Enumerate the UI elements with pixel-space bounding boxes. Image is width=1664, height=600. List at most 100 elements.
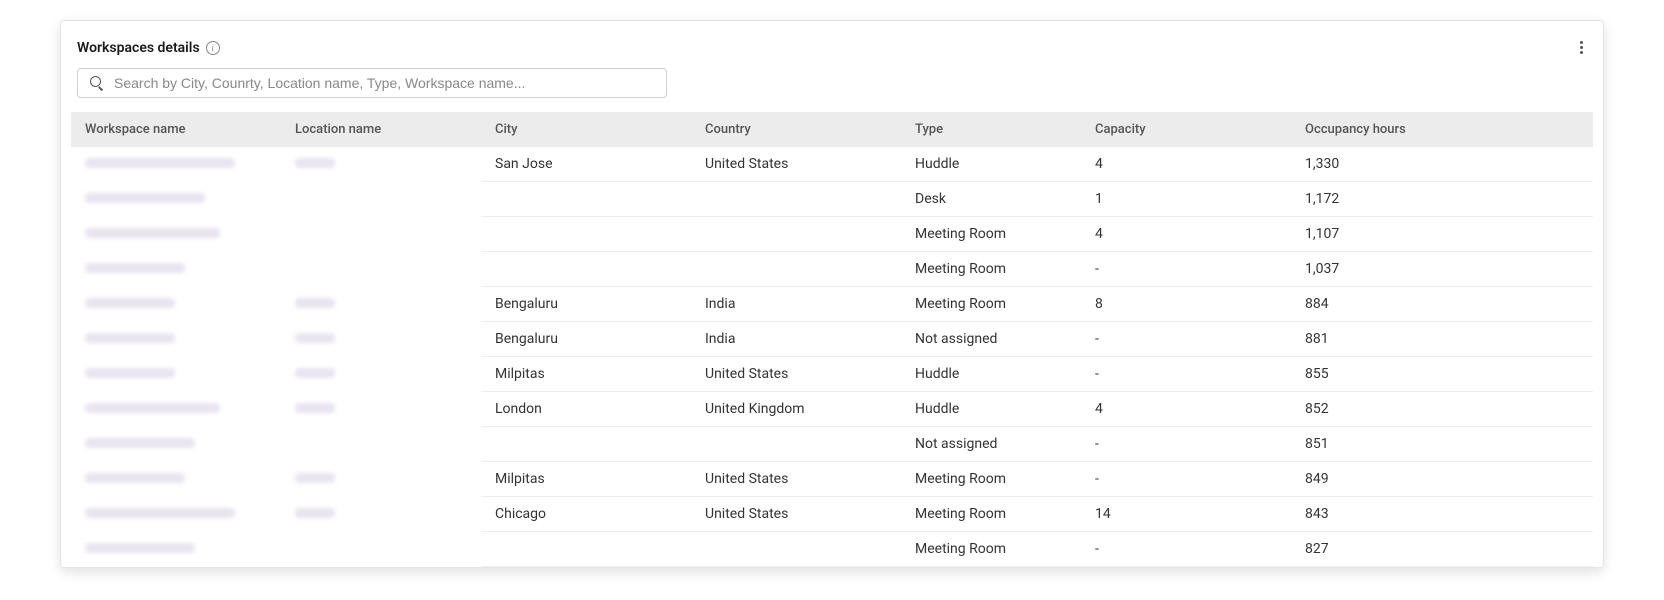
cell-type: Huddle	[901, 357, 1081, 392]
col-header-capacity[interactable]: Capacity	[1081, 112, 1291, 147]
cell-country: United States	[691, 357, 901, 392]
cell-location-name	[281, 392, 481, 427]
cell-capacity: 4	[1081, 147, 1291, 182]
card-header: Workspaces details i	[71, 37, 1593, 68]
cell-capacity: -	[1081, 427, 1291, 462]
cell-occupancy: 843	[1291, 497, 1593, 532]
cell-workspace-name	[71, 532, 281, 567]
cell-capacity: -	[1081, 532, 1291, 567]
cell-workspace-name	[71, 392, 281, 427]
cell-occupancy: 851	[1291, 427, 1593, 462]
cell-location-name	[281, 287, 481, 322]
cell-capacity: 8	[1081, 287, 1291, 322]
col-header-location-name[interactable]: Location name	[281, 112, 481, 147]
cell-country	[691, 217, 901, 252]
cell-occupancy: 855	[1291, 357, 1593, 392]
table-row[interactable]: Desk 1 1,172	[71, 182, 1593, 217]
table-row[interactable]: Bengaluru India Meeting Room 8 884	[71, 287, 1593, 322]
table-header-row: Workspace name Location name City Countr…	[71, 112, 1593, 147]
cell-location-name	[281, 497, 481, 532]
cell-city: Milpitas	[481, 462, 691, 497]
table-row[interactable]: San Jose United States Huddle 4 1,330	[71, 147, 1593, 182]
cell-location-name	[281, 532, 481, 567]
cell-location-name	[281, 217, 481, 252]
cell-city: Bengaluru	[481, 287, 691, 322]
table-row[interactable]: Chicago United States Meeting Room 14 84…	[71, 497, 1593, 532]
cell-capacity: -	[1081, 357, 1291, 392]
cell-country: United Kingdom	[691, 392, 901, 427]
cell-type: Meeting Room	[901, 217, 1081, 252]
title-wrap: Workspaces details i	[77, 40, 220, 56]
cell-occupancy: 1,107	[1291, 217, 1593, 252]
table-row[interactable]: London United Kingdom Huddle 4 852	[71, 392, 1593, 427]
table-body: San Jose United States Huddle 4 1,330 De…	[71, 147, 1593, 567]
col-header-occupancy-hours[interactable]: Occupancy hours	[1291, 112, 1593, 147]
cell-capacity: 1	[1081, 182, 1291, 217]
cell-country: India	[691, 322, 901, 357]
workspaces-details-card: Workspaces details i Workspace name Loca…	[60, 20, 1604, 568]
cell-capacity: 4	[1081, 392, 1291, 427]
search-input[interactable]	[114, 75, 654, 91]
cell-city: London	[481, 392, 691, 427]
cell-city	[481, 427, 691, 462]
cell-country	[691, 427, 901, 462]
cell-location-name	[281, 147, 481, 182]
cell-country	[691, 182, 901, 217]
cell-city	[481, 532, 691, 567]
cell-capacity: -	[1081, 252, 1291, 287]
cell-location-name	[281, 322, 481, 357]
table-row[interactable]: Not assigned - 851	[71, 427, 1593, 462]
cell-city: Chicago	[481, 497, 691, 532]
cell-city: Milpitas	[481, 357, 691, 392]
cell-city: Bengaluru	[481, 322, 691, 357]
cell-capacity: -	[1081, 322, 1291, 357]
info-icon[interactable]: i	[206, 41, 220, 55]
cell-city: San Jose	[481, 147, 691, 182]
cell-occupancy: 881	[1291, 322, 1593, 357]
cell-location-name	[281, 357, 481, 392]
cell-country	[691, 532, 901, 567]
cell-city	[481, 182, 691, 217]
col-header-city[interactable]: City	[481, 112, 691, 147]
cell-type: Not assigned	[901, 427, 1081, 462]
cell-occupancy: 852	[1291, 392, 1593, 427]
cell-type: Meeting Room	[901, 497, 1081, 532]
search-field-wrap[interactable]	[77, 68, 667, 98]
cell-workspace-name	[71, 497, 281, 532]
cell-occupancy: 1,037	[1291, 252, 1593, 287]
cell-location-name	[281, 462, 481, 497]
cell-workspace-name	[71, 462, 281, 497]
cell-location-name	[281, 252, 481, 287]
cell-country: India	[691, 287, 901, 322]
table-row[interactable]: Meeting Room - 827	[71, 532, 1593, 567]
cell-country: United States	[691, 147, 901, 182]
table-row[interactable]: Meeting Room 4 1,107	[71, 217, 1593, 252]
cell-country: United States	[691, 462, 901, 497]
card-title: Workspaces details	[77, 40, 200, 56]
cell-type: Meeting Room	[901, 462, 1081, 497]
cell-workspace-name	[71, 147, 281, 182]
table-row[interactable]: Meeting Room - 1,037	[71, 252, 1593, 287]
cell-workspace-name	[71, 252, 281, 287]
table-row[interactable]: Bengaluru India Not assigned - 881	[71, 322, 1593, 357]
cell-type: Huddle	[901, 392, 1081, 427]
table-row[interactable]: Milpitas United States Huddle - 855	[71, 357, 1593, 392]
col-header-workspace-name[interactable]: Workspace name	[71, 112, 281, 147]
cell-capacity: -	[1081, 462, 1291, 497]
cell-workspace-name	[71, 427, 281, 462]
col-header-country[interactable]: Country	[691, 112, 901, 147]
cell-country	[691, 252, 901, 287]
col-header-type[interactable]: Type	[901, 112, 1081, 147]
cell-location-name	[281, 427, 481, 462]
more-options-icon[interactable]	[1576, 37, 1587, 58]
cell-workspace-name	[71, 182, 281, 217]
table-row[interactable]: Milpitas United States Meeting Room - 84…	[71, 462, 1593, 497]
search-icon	[90, 76, 104, 90]
cell-type: Not assigned	[901, 322, 1081, 357]
cell-occupancy: 884	[1291, 287, 1593, 322]
cell-occupancy: 827	[1291, 532, 1593, 567]
cell-workspace-name	[71, 357, 281, 392]
cell-workspace-name	[71, 287, 281, 322]
cell-occupancy: 1,172	[1291, 182, 1593, 217]
cell-capacity: 4	[1081, 217, 1291, 252]
